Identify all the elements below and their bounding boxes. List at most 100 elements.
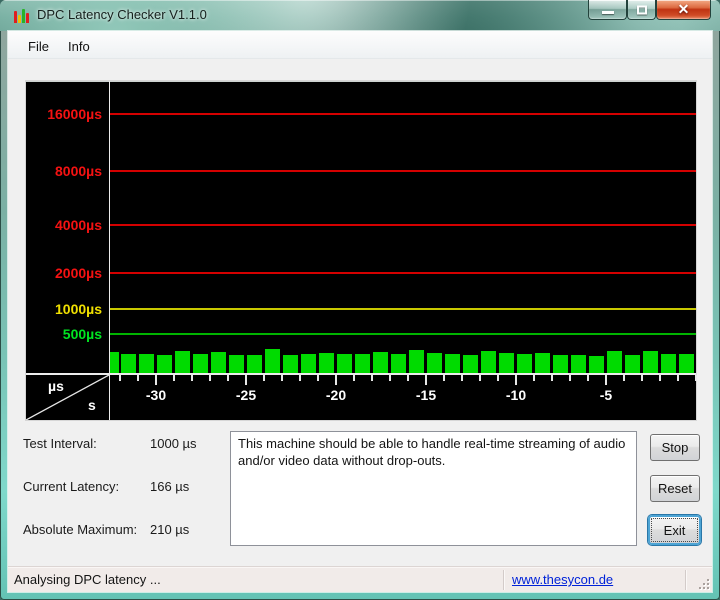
latency-bar (110, 352, 119, 373)
x-tick-minor (677, 375, 679, 381)
latency-bar (121, 354, 136, 373)
stop-button[interactable]: Stop (650, 434, 700, 461)
x-tick-minor (263, 375, 265, 381)
x-tick-label: -20 (325, 387, 347, 403)
title-bar[interactable]: DPC Latency Checker V1.1.0 ✕ (0, 0, 720, 31)
x-tick-label: -10 (505, 387, 527, 403)
minimize-icon (601, 11, 614, 14)
x-unit-label: s (88, 397, 96, 413)
x-tick-minor (623, 375, 625, 381)
x-tick-minor (191, 375, 193, 381)
latency-bar (661, 354, 676, 373)
stat-label: Test Interval: (23, 436, 97, 451)
x-tick-label: -25 (235, 387, 257, 403)
x-tick-minor (317, 375, 319, 381)
latency-bar (607, 351, 622, 373)
x-tick-label: -5 (599, 387, 613, 403)
threshold-label-4000: 4000µs (55, 217, 102, 233)
x-tick-minor (137, 375, 139, 381)
maximize-button[interactable] (627, 0, 656, 20)
analysis-message-box: This machine should be able to handle re… (230, 431, 637, 546)
x-tick-major (335, 375, 337, 385)
chart-plot-area: µs s 16000µs 8000µs 4000µs 2000µs 1000µs 500µ… (26, 81, 697, 420)
resize-grip[interactable] (695, 575, 709, 589)
x-tick-major (155, 375, 157, 385)
latency-bar (283, 355, 298, 373)
x-tick-label: -15 (415, 387, 437, 403)
axis-unit-corner: µs s (26, 375, 109, 420)
latency-bar (535, 353, 550, 373)
latency-bar (319, 353, 334, 373)
menu-bar: File Info (8, 31, 712, 59)
latency-bar (499, 353, 514, 373)
x-tick-minor (461, 375, 463, 381)
latency-bar (463, 355, 478, 373)
x-tick-minor (659, 375, 661, 381)
app-icon (14, 8, 30, 24)
stat-label: Current Latency: (23, 479, 120, 494)
status-separator (685, 570, 686, 590)
close-icon: ✕ (677, 1, 690, 17)
latency-bar (643, 351, 658, 373)
x-axis-line (26, 373, 696, 375)
threshold-label-500: 500µs (62, 326, 102, 342)
latency-bar (553, 355, 568, 373)
latency-bar (229, 355, 244, 373)
latency-chart: µs s 16000µs 8000µs 4000µs 2000µs 1000µs 500µ… (25, 80, 697, 421)
stat-test-interval: Test Interval: 1000 µs (23, 436, 223, 452)
stat-value: 166 µs (150, 479, 190, 494)
latency-bar (355, 354, 370, 373)
menu-info[interactable]: Info (62, 37, 96, 56)
x-tick-major (425, 375, 427, 385)
minimize-button[interactable] (588, 0, 627, 20)
latency-bar (679, 354, 694, 373)
x-tick-minor (641, 375, 643, 381)
stat-current-latency: Current Latency: 166 µs (23, 479, 223, 495)
window-title: DPC Latency Checker V1.1.0 (37, 7, 207, 22)
x-tick-minor (389, 375, 391, 381)
x-tick-minor (569, 375, 571, 381)
latency-bar (589, 356, 604, 373)
latency-bar (517, 354, 532, 373)
y-unit-label: µs (48, 378, 64, 394)
latency-bar (409, 350, 424, 373)
x-tick-minor (353, 375, 355, 381)
x-tick-minor (533, 375, 535, 381)
thesycon-link[interactable]: www.thesycon.de (512, 572, 613, 587)
reset-button[interactable]: Reset (650, 475, 700, 502)
threshold-label-8000: 8000µs (55, 163, 102, 179)
x-tick-minor (209, 375, 211, 381)
threshold-label-2000: 2000µs (55, 265, 102, 281)
latency-bar (427, 353, 442, 373)
x-tick-minor (551, 375, 553, 381)
x-tick-minor (371, 375, 373, 381)
status-separator (503, 570, 504, 590)
latency-bar (157, 355, 172, 373)
latency-bar (445, 354, 460, 373)
menu-file[interactable]: File (22, 37, 55, 56)
threshold-label-1000: 1000µs (55, 301, 102, 317)
latency-bar (571, 355, 586, 373)
threshold-label-16000: 16000µs (47, 106, 102, 122)
x-tick-minor (119, 375, 121, 381)
stat-label: Absolute Maximum: (23, 522, 138, 537)
stat-absolute-maximum: Absolute Maximum: 210 µs (23, 522, 223, 538)
stat-value: 210 µs (150, 522, 190, 537)
latency-bar (301, 354, 316, 373)
x-tick-minor (299, 375, 301, 381)
latency-bar (247, 355, 262, 373)
x-tick-major (515, 375, 517, 385)
x-tick-minor (407, 375, 409, 381)
latency-bar (139, 354, 154, 373)
latency-bar (337, 354, 352, 373)
exit-button[interactable]: Exit (648, 515, 701, 545)
close-button[interactable]: ✕ (656, 0, 711, 20)
maximize-icon (636, 5, 647, 14)
stat-value: 1000 µs (150, 436, 197, 451)
status-text: Analysing DPC latency ... (14, 572, 161, 587)
x-tick-minor (587, 375, 589, 381)
latency-bar (391, 354, 406, 373)
latency-bar (175, 351, 190, 373)
x-tick-minor (479, 375, 481, 381)
x-tick-minor (173, 375, 175, 381)
